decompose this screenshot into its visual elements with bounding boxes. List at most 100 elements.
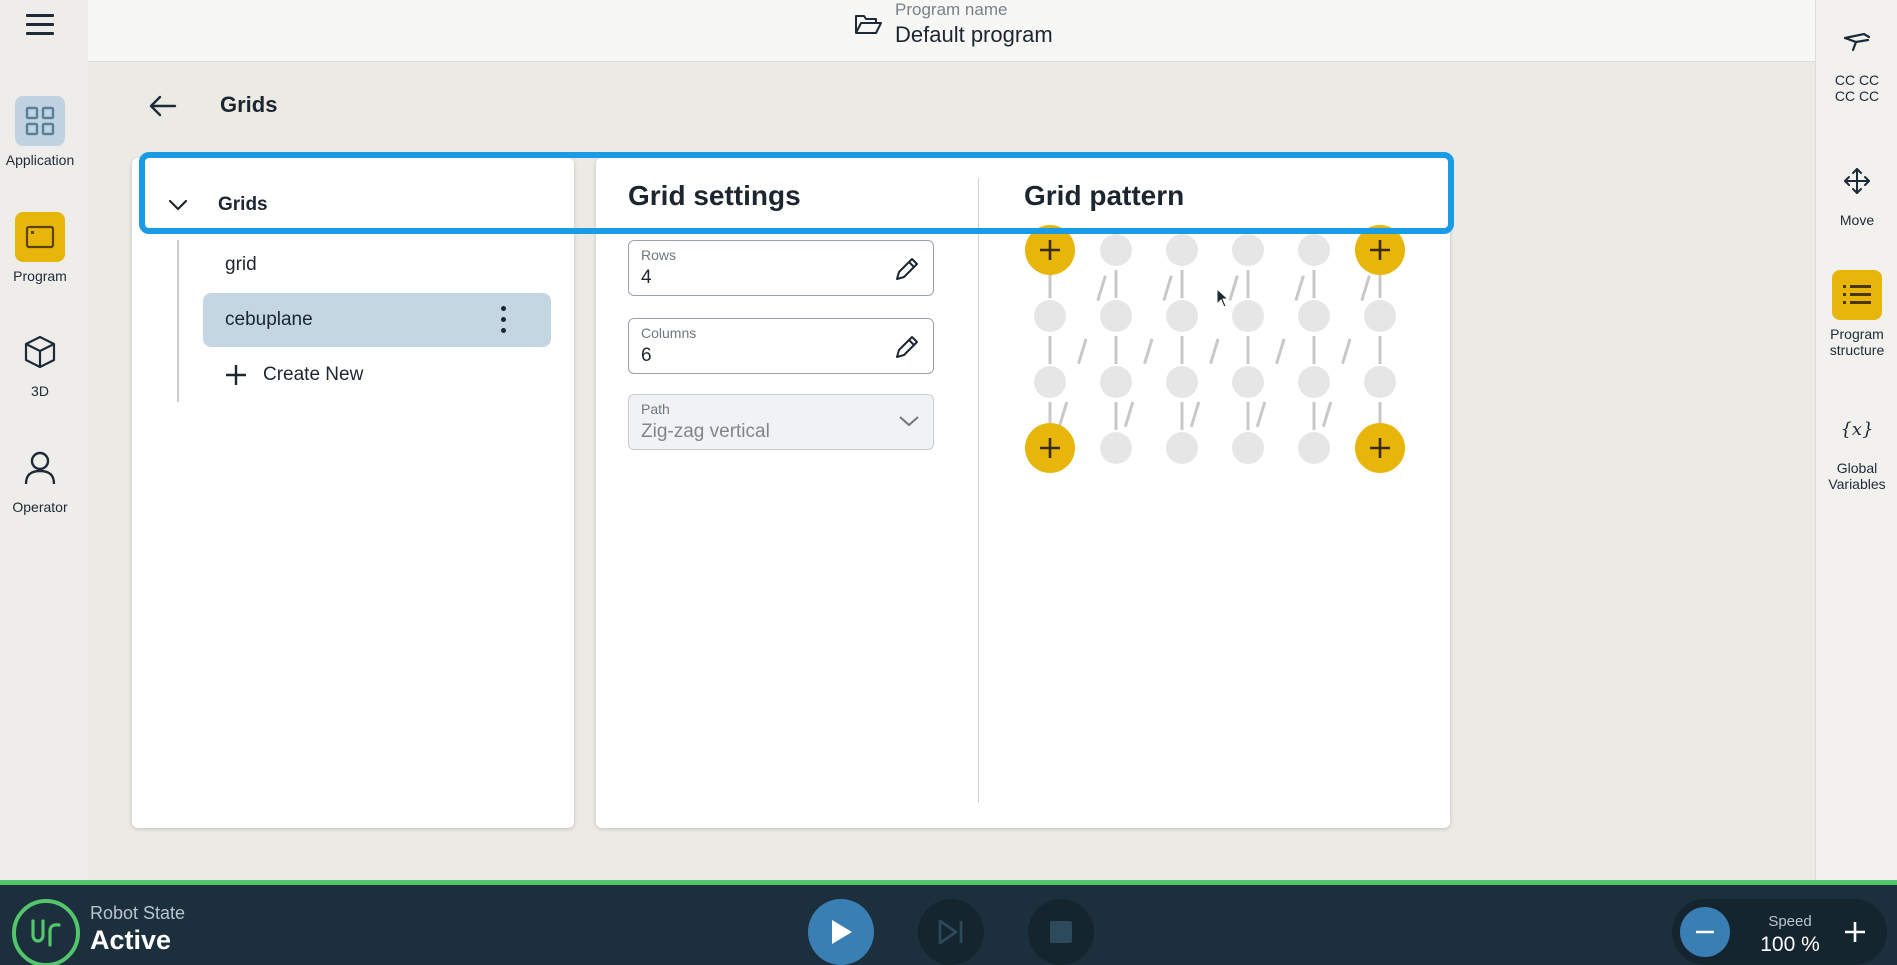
- grid-point: [1166, 366, 1198, 398]
- grid-point: [1232, 366, 1264, 398]
- grid-point: [1100, 300, 1132, 332]
- mouse-cursor-icon: [1216, 287, 1230, 313]
- robot-state-value: Active: [90, 925, 172, 955]
- move-button[interactable]: Move: [1816, 156, 1897, 228]
- grid-settings-title: Grid settings: [628, 180, 801, 211]
- path-select[interactable]: Path Zig-zag vertical: [628, 394, 934, 450]
- structure-label-1: Program: [1830, 326, 1884, 342]
- folder-open-icon[interactable]: [854, 12, 882, 41]
- speed-value: 100 %: [1760, 933, 1820, 956]
- minus-icon: [1696, 930, 1714, 934]
- nav-program[interactable]: Program: [0, 212, 80, 284]
- chevron-down-icon: [897, 413, 921, 434]
- grid-point: [1166, 234, 1198, 266]
- stop-icon: [1050, 921, 1072, 943]
- page-title: Grids: [220, 92, 278, 117]
- move-arrows-icon: [1832, 156, 1882, 206]
- grid-point: [1298, 300, 1330, 332]
- cube-icon: [15, 327, 65, 377]
- nav-3d[interactable]: 3D: [0, 327, 80, 399]
- edit-pencil-icon[interactable]: [893, 333, 921, 366]
- nav-label: 3D: [31, 383, 49, 399]
- grid-icon: [15, 96, 65, 146]
- grid-point: [1232, 234, 1264, 266]
- play-button[interactable]: [808, 899, 874, 965]
- path-segment: [1052, 253, 1114, 445]
- step-button[interactable]: [918, 899, 984, 965]
- rows-field[interactable]: Rows 4: [628, 240, 934, 296]
- hamburger-menu-icon[interactable]: [26, 14, 54, 38]
- grid-point: [1100, 432, 1132, 464]
- tree-header[interactable]: Grids: [168, 194, 268, 216]
- more-options-icon[interactable]: [501, 306, 507, 334]
- path-segment: [1316, 253, 1378, 445]
- move-label: Move: [1839, 212, 1875, 228]
- skip-next-icon: [938, 919, 963, 945]
- stop-button[interactable]: [1028, 899, 1094, 965]
- variables-label-2: Variables: [1828, 476, 1886, 492]
- speed-increase-button[interactable]: [1830, 907, 1880, 957]
- nav-operator[interactable]: Operator: [0, 443, 80, 515]
- tree-item-grid[interactable]: grid: [203, 238, 551, 292]
- chevron-down-icon: [168, 199, 188, 211]
- tcp-label-2: CC CC: [1834, 88, 1880, 104]
- grid-point: [1034, 366, 1066, 398]
- grid-point: [1298, 432, 1330, 464]
- tree-item-label: cebuplane: [225, 309, 313, 330]
- plus-icon: [226, 365, 246, 385]
- grid-point: [1166, 432, 1198, 464]
- program-name-label: Program name: [895, 0, 1008, 19]
- robot-state-label: Robot State: [90, 903, 186, 923]
- tree-connector-line: [177, 240, 179, 402]
- grid-point: [1364, 300, 1396, 332]
- grid-point: [1298, 234, 1330, 266]
- panel-divider: [978, 178, 979, 803]
- program-name[interactable]: Default program: [895, 22, 1053, 48]
- grid-point: [1232, 432, 1264, 464]
- grid-point: [1166, 300, 1198, 332]
- rows-label: Rows: [641, 247, 677, 263]
- bottom-status-bar: Robot State Active Speed 100 %: [0, 880, 1897, 965]
- list-icon: [1832, 270, 1882, 320]
- grid-point: [1100, 234, 1132, 266]
- speed-control: Speed 100 %: [1672, 899, 1887, 965]
- create-new-label: Create New: [263, 364, 364, 385]
- plus-icon: [1845, 922, 1865, 942]
- back-arrow-icon[interactable]: [148, 94, 178, 123]
- tree-item-label: grid: [225, 254, 257, 275]
- left-sidebar: Application Program 3D Operator: [0, 0, 88, 880]
- speed-label: Speed: [1768, 913, 1812, 930]
- user-icon: [15, 443, 65, 493]
- grids-tree-panel: Grids grid cebuplane Create New: [132, 158, 574, 828]
- tcp-button[interactable]: CC CC CC CC: [1816, 16, 1897, 104]
- nav-label: Application: [5, 152, 75, 168]
- top-bar: Program name Default program: [88, 0, 1815, 62]
- ur-logo-icon: [12, 899, 80, 965]
- path-value: Zig-zag vertical: [641, 421, 770, 442]
- path-label: Path: [641, 401, 670, 417]
- path-segment: [1184, 253, 1246, 445]
- play-icon: [832, 920, 852, 944]
- columns-label: Columns: [641, 325, 697, 341]
- tcp-label-1: CC CC: [1834, 72, 1880, 88]
- grid-point: [1364, 366, 1396, 398]
- edit-pencil-icon[interactable]: [893, 255, 921, 288]
- nav-label: Program: [13, 268, 67, 284]
- structure-label-2: structure: [1829, 342, 1885, 358]
- program-icon: [15, 212, 65, 262]
- speed-decrease-button[interactable]: [1680, 907, 1730, 957]
- nav-application[interactable]: Application: [0, 96, 80, 168]
- columns-value: 6: [641, 345, 652, 366]
- tool-icon: [1832, 16, 1882, 66]
- columns-field[interactable]: Columns 6: [628, 318, 934, 374]
- nav-label: Operator: [12, 499, 68, 515]
- variables-label-1: Global: [1836, 460, 1878, 476]
- create-new-button[interactable]: Create New: [203, 348, 551, 402]
- grid-point: [1100, 366, 1132, 398]
- global-variables-button[interactable]: {x} Global Variables: [1816, 404, 1897, 493]
- grid-point: [1298, 366, 1330, 398]
- grid-point: [1034, 300, 1066, 332]
- grid-pattern-diagram: [1025, 225, 1405, 473]
- program-structure-button[interactable]: Program structure: [1816, 270, 1897, 358]
- tree-item-cebuplane[interactable]: cebuplane: [203, 293, 551, 347]
